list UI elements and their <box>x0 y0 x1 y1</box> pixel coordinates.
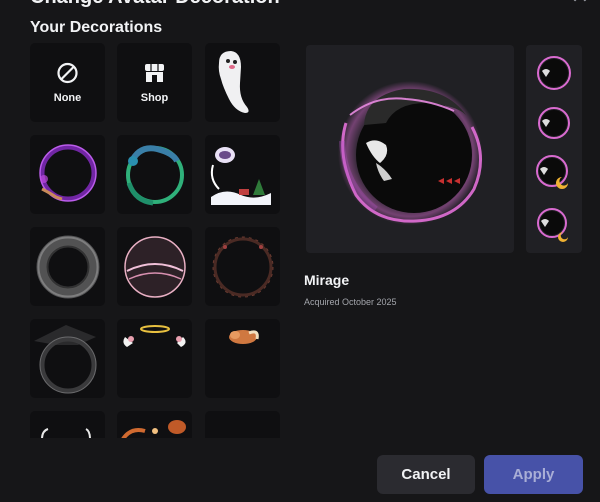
idle-moon-icon <box>558 232 568 242</box>
avatar-preview-sizes <box>526 45 582 253</box>
decoration-winter-tile[interactable] <box>205 135 280 214</box>
section-label: Your Decorations <box>30 19 163 36</box>
angel-halo-icon <box>123 325 186 347</box>
winter-scene-icon <box>210 147 271 205</box>
preview-size-3 <box>536 155 568 189</box>
thorn-ring-icon <box>212 236 274 298</box>
smoke-ring-icon <box>36 235 100 299</box>
decoration-pink-bubble-tile[interactable] <box>117 227 192 306</box>
pink-bubble-icon <box>124 236 186 298</box>
serpent-ring-icon <box>126 145 184 206</box>
apply-button[interactable]: Apply <box>484 455 583 494</box>
decoration-ghost-tile[interactable] <box>205 43 280 122</box>
decoration-serpent-tile[interactable] <box>117 135 192 214</box>
shop-label: Shop <box>140 92 169 104</box>
decoration-partial-tile-2[interactable] <box>117 411 192 438</box>
none-label: None <box>53 92 82 104</box>
modal-title: Change Avatar Decoration <box>30 0 280 9</box>
decoration-fox-tile[interactable] <box>205 319 280 398</box>
sleeping-fox-icon <box>229 330 259 344</box>
decoration-grid: None Shop <box>30 43 285 438</box>
decoration-partial-tile-3[interactable] <box>205 411 280 438</box>
decoration-dark-hat-tile[interactable] <box>30 319 105 398</box>
cancel-button[interactable]: Cancel <box>377 455 475 494</box>
partial-decoration-icon <box>121 420 186 438</box>
no-decoration-icon <box>57 62 78 84</box>
avatar-preview-large <box>306 45 514 253</box>
close-icon[interactable]: ✕ <box>568 0 592 8</box>
decoration-name: Mirage <box>304 272 350 288</box>
dark-hat-ring-icon <box>34 325 97 394</box>
decoration-halo-tile[interactable] <box>117 319 192 398</box>
decoration-purple-flame-tile[interactable] <box>30 135 105 214</box>
preview-size-1 <box>537 56 571 90</box>
decoration-partial-tile-1[interactable] <box>30 411 105 438</box>
preview-size-2 <box>538 107 570 139</box>
decoration-none-tile[interactable]: None <box>30 43 105 122</box>
ghost-icon <box>218 51 249 113</box>
partial-decoration-icon <box>41 428 91 438</box>
decoration-shop-tile[interactable]: Shop <box>117 43 192 122</box>
decoration-acquired-date: Acquired October 2025 <box>304 297 397 307</box>
decoration-smoke-tile[interactable] <box>30 227 105 306</box>
decoration-thorn-tile[interactable] <box>205 227 280 306</box>
shop-icon <box>145 64 164 82</box>
preview-size-4 <box>537 208 568 242</box>
purple-flame-ring-icon <box>39 144 97 202</box>
